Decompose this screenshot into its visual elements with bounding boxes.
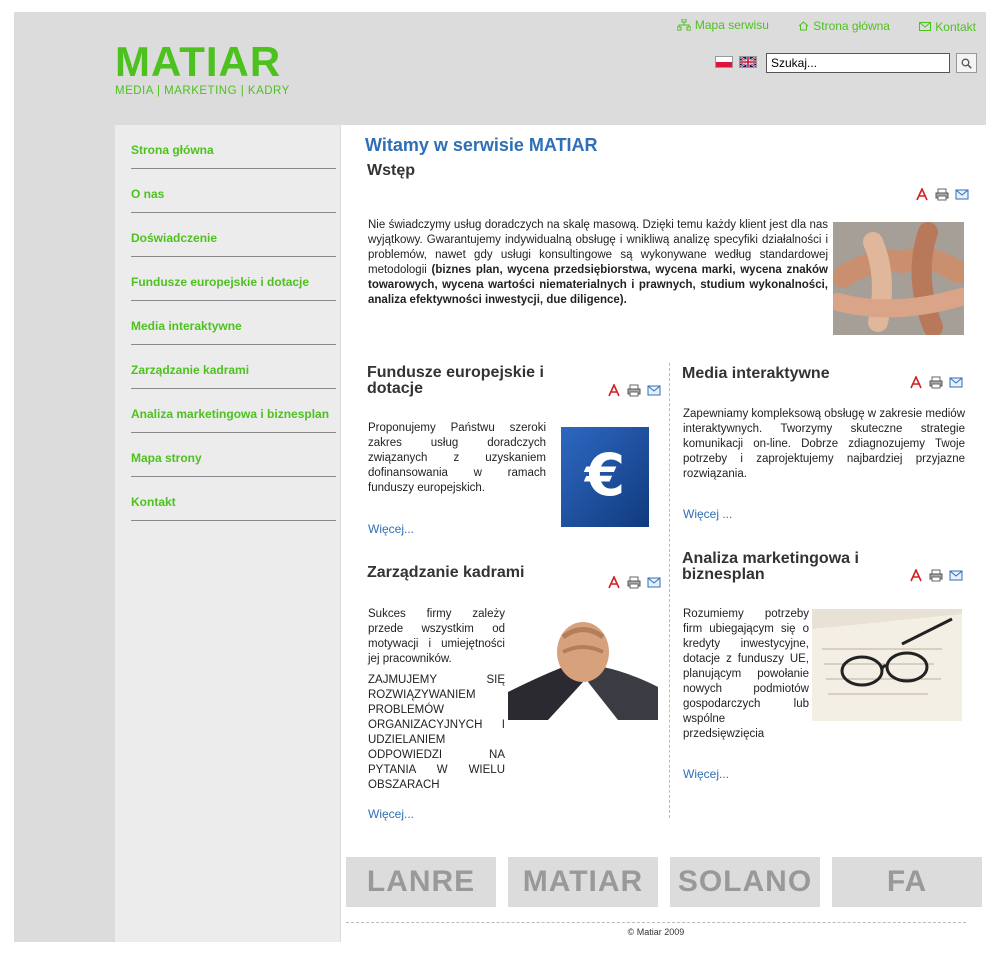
pdf-icon[interactable]: [909, 376, 923, 389]
media-text: Zapewniamy kompleksową obsługę w zakresi…: [683, 408, 965, 480]
home-label: Strona główna: [813, 19, 890, 33]
email-icon[interactable]: [949, 569, 963, 582]
print-icon[interactable]: [929, 569, 943, 582]
glasses-documents-photo: [812, 609, 962, 721]
sidebar-item-hr[interactable]: Zarządzanie kadrami: [131, 345, 336, 389]
media-title: Media interaktywne: [682, 365, 830, 382]
eu-funds-actions: [607, 384, 661, 397]
intro-text-bold: (biznes plan, wycena przedsiębiorstwa, w…: [368, 264, 829, 306]
column-divider: [669, 363, 670, 818]
sidebar-item-home[interactable]: Strona główna: [131, 125, 336, 169]
intro-actions: [915, 188, 969, 201]
media-actions: [909, 376, 963, 389]
hr-actions: [607, 576, 661, 589]
hr-title: Zarządzanie kadrami: [367, 564, 525, 581]
hr-text-2-body: ZAJMUJEMY SIĘ ROZWIĄZYWANIEM PROBLEMÓW O…: [368, 674, 505, 791]
email-icon[interactable]: [647, 384, 661, 397]
hr-more-link[interactable]: Więcej...: [368, 807, 414, 821]
analysis-text: Rozumiemy potrzeby firm ubiegającym się …: [683, 608, 809, 740]
email-icon[interactable]: [949, 376, 963, 389]
media-section: Media interaktywne: [682, 366, 942, 382]
sidebar-item-about[interactable]: O nas: [131, 169, 336, 213]
analysis-section: Analiza marketingowa i biznesplan: [682, 551, 882, 583]
analysis-actions: [909, 569, 963, 582]
sitemap-label: Mapa serwisu: [694, 18, 769, 32]
partner-logos: LANRE MATIAR SOLANO FA: [346, 857, 982, 907]
search-button[interactable]: [956, 53, 977, 73]
home-icon: [798, 21, 809, 31]
search-input[interactable]: [766, 53, 950, 73]
polish-flag-icon[interactable]: [715, 56, 733, 68]
contact-label: Kontakt: [935, 19, 976, 34]
search-icon: [961, 58, 972, 69]
eu-funds-section: Fundusze europejskie i dotacje: [367, 365, 567, 397]
email-icon[interactable]: [647, 576, 661, 589]
sidebar-item-analysis[interactable]: Analiza marketingowa i biznesplan: [131, 389, 336, 433]
print-icon[interactable]: [935, 188, 949, 201]
sidebar-item-eu-funds[interactable]: Fundusze europejskie i dotacje: [131, 257, 336, 301]
contact-link[interactable]: Kontakt: [919, 20, 976, 34]
sidebar-item-contact[interactable]: Kontakt: [131, 477, 336, 521]
home-link[interactable]: Strona główna: [798, 19, 890, 33]
pdf-icon[interactable]: [607, 576, 621, 589]
site-logo[interactable]: MATIAR: [115, 40, 281, 84]
pdf-icon[interactable]: [915, 188, 929, 201]
sidebar-nav: Strona główna O nas Doświadczenie Fundus…: [115, 125, 340, 942]
print-icon[interactable]: [627, 384, 641, 397]
analysis-more-link[interactable]: Więcej...: [683, 767, 729, 781]
partner-fa[interactable]: FA: [832, 857, 982, 907]
partner-solano[interactable]: SOLANO: [670, 857, 820, 907]
hands-photo: [833, 222, 964, 335]
sitemap-link[interactable]: Mapa serwisu: [676, 18, 769, 32]
partner-lanre[interactable]: LANRE: [346, 857, 496, 907]
partner-matiar[interactable]: MATIAR: [508, 857, 658, 907]
print-icon[interactable]: [929, 376, 943, 389]
media-more-link[interactable]: Więcej ...: [683, 507, 732, 521]
copyright: © Matiar 2009: [627, 927, 685, 937]
sidebar-item-media[interactable]: Media interaktywne: [131, 301, 336, 345]
euro-symbol-icon: €: [583, 441, 625, 509]
sidebar-item-experience[interactable]: Doświadczenie: [131, 213, 336, 257]
top-links: Mapa serwisu Strona główna Kontakt: [651, 18, 976, 34]
pdf-icon[interactable]: [909, 569, 923, 582]
eu-funds-more-link[interactable]: Więcej...: [368, 522, 414, 536]
pdf-icon[interactable]: [607, 384, 621, 397]
sidebar-item-sitemap[interactable]: Mapa strony: [131, 433, 336, 477]
page-title: Witamy w serwisie MATIAR: [365, 135, 598, 155]
eu-funds-text: Proponujemy Państwu szeroki zakres usług…: [368, 422, 546, 494]
footer-divider: [346, 922, 966, 923]
language-switcher: [715, 56, 757, 68]
email-icon[interactable]: [955, 188, 969, 201]
hr-text-2: ZAJMUJEMY SIĘ ROZWIĄZYWANIEM PROBLEMÓW O…: [368, 673, 658, 793]
header: MATIAR MEDIA | MARKETING | KADRY Mapa se…: [14, 12, 986, 125]
eu-funds-title: Fundusze europejskie i dotacje: [367, 364, 544, 397]
hr-text-1: Sukces firmy zależy przede wszystkim od …: [368, 608, 505, 665]
page: MATIAR MEDIA | MARKETING | KADRY Mapa se…: [14, 12, 986, 942]
hr-section: Zarządzanie kadrami: [367, 565, 587, 581]
analysis-title: Analiza marketingowa i biznesplan: [682, 550, 859, 583]
intro-text: Nie świadczymy usług doradczych na skalę…: [368, 218, 828, 308]
intro-section: Wstęp: [367, 163, 967, 179]
main-content: Witamy w serwisie MATIAR Wstęp Nie świad…: [341, 125, 986, 942]
mail-icon: [919, 22, 932, 31]
english-flag-icon[interactable]: [739, 56, 757, 68]
intro-title: Wstęp: [367, 162, 415, 179]
print-icon[interactable]: [627, 576, 641, 589]
sitemap-icon: [676, 19, 691, 31]
logo-tagline: MEDIA | MARKETING | KADRY: [115, 85, 290, 97]
euro-cube-image: €: [555, 421, 655, 534]
